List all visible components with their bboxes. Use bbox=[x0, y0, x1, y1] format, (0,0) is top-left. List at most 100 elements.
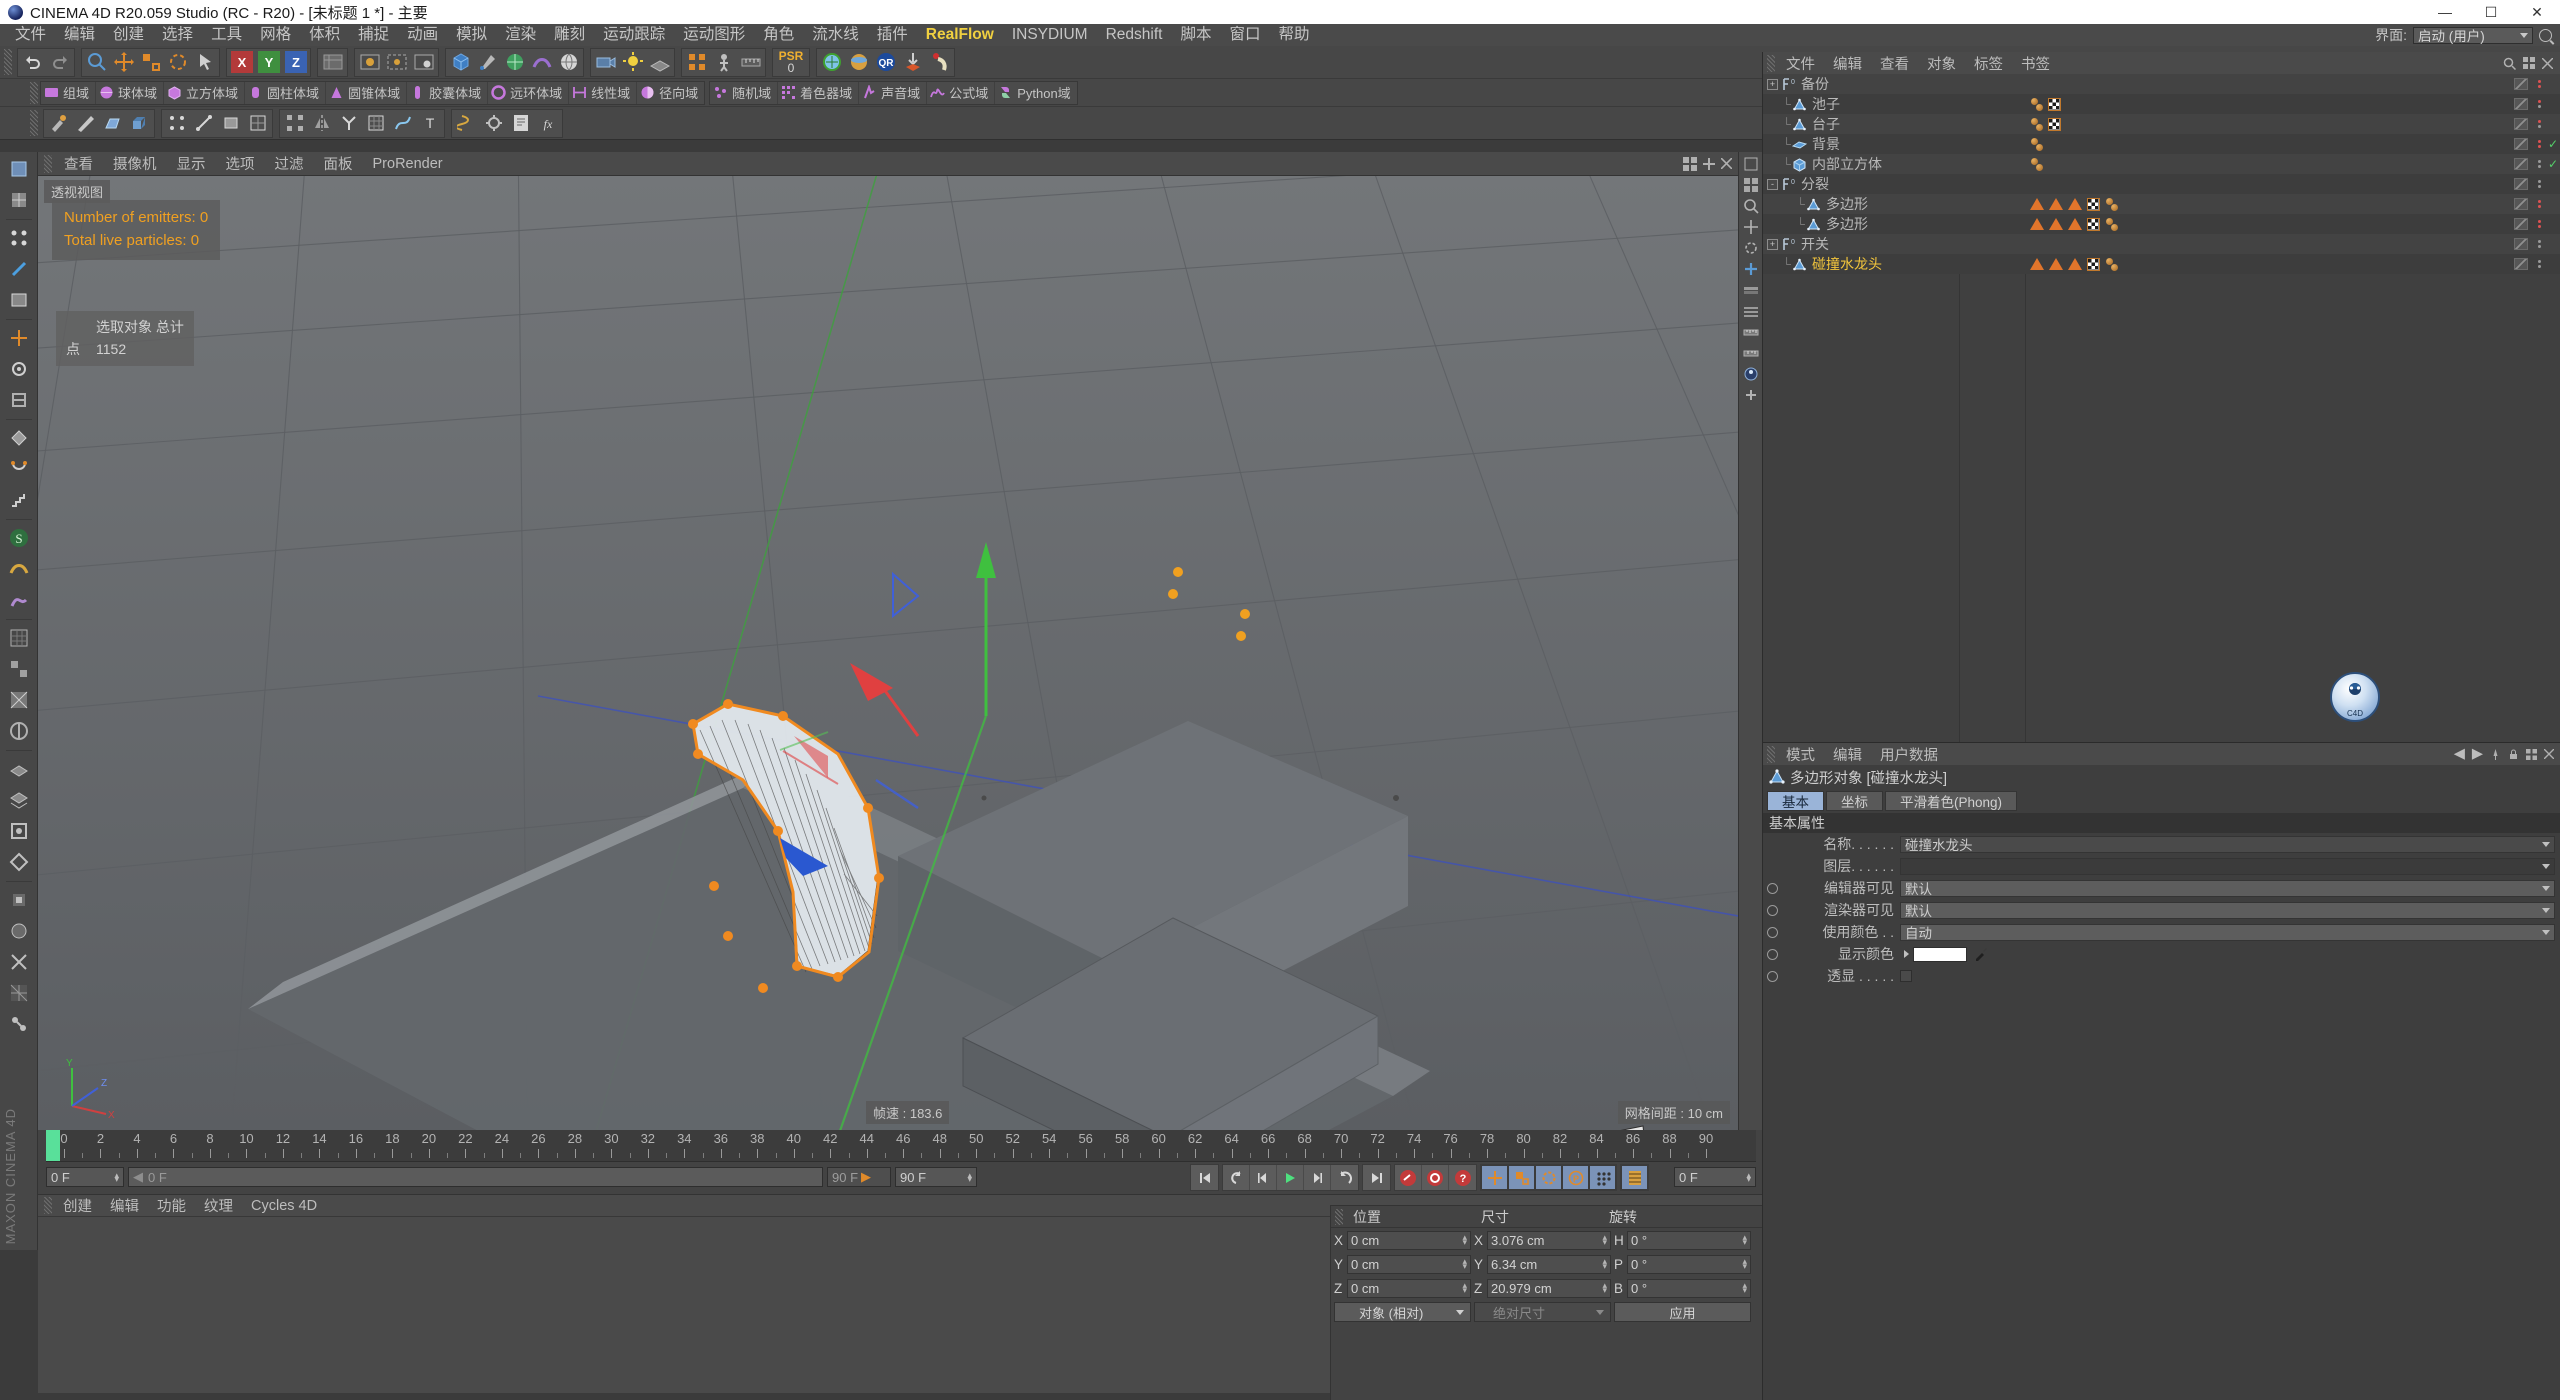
viewport-menu-options[interactable]: 选项 bbox=[216, 153, 265, 174]
spinner-icon[interactable]: ▴ ▾ bbox=[1602, 1257, 1607, 1271]
animate-radio-icon[interactable] bbox=[1767, 904, 1778, 916]
rotate-tool-icon[interactable] bbox=[164, 49, 191, 76]
transparency-checkbox[interactable] bbox=[1900, 970, 1912, 982]
chevron-down-icon[interactable] bbox=[2542, 907, 2550, 913]
view-zoom-icon[interactable] bbox=[1740, 196, 1761, 216]
keyframe-selection-toggle[interactable] bbox=[1621, 1165, 1648, 1190]
helix-icon[interactable] bbox=[453, 110, 480, 137]
attribute-back-icon[interactable]: ◀ bbox=[2454, 746, 2465, 762]
tag-selection-icon[interactable] bbox=[2068, 258, 2082, 270]
view-single-icon[interactable] bbox=[1740, 154, 1761, 174]
menu-item-1[interactable]: 编辑 bbox=[55, 24, 104, 46]
grid-a-icon[interactable] bbox=[4, 623, 34, 653]
grid-b-icon[interactable] bbox=[4, 654, 34, 684]
array-icon[interactable] bbox=[281, 110, 308, 137]
view-ruler-icon[interactable] bbox=[1740, 322, 1761, 342]
object-row[interactable]: - 0 分裂 bbox=[1763, 174, 2560, 194]
spinner-icon[interactable]: ▴ ▾ bbox=[1742, 1257, 1747, 1271]
viewport-maximize-icon[interactable] bbox=[1703, 157, 1715, 170]
material-menu-cycles4d[interactable]: Cycles 4D bbox=[242, 1198, 326, 1214]
quantize-icon[interactable] bbox=[4, 485, 34, 515]
coordinate-size-field[interactable]: 3.076 cm ▴ ▾ bbox=[1487, 1230, 1611, 1250]
menu-item-9[interactable]: 模拟 bbox=[447, 24, 496, 46]
view-add-icon[interactable] bbox=[1740, 259, 1761, 279]
autokey-button[interactable] bbox=[1422, 1165, 1449, 1190]
attribute-tab-2[interactable]: 平滑着色(Phong) bbox=[1885, 791, 2018, 811]
tag-material-icon[interactable] bbox=[2105, 257, 2118, 271]
polygon-mode-icon[interactable] bbox=[217, 110, 244, 137]
view-pan-icon[interactable] bbox=[1740, 217, 1761, 237]
coordinate-size-field[interactable]: 6.34 cm ▴ ▾ bbox=[1487, 1254, 1611, 1274]
subdivide-icon[interactable] bbox=[362, 110, 389, 137]
coordinate-size-field[interactable]: 20.979 cm ▴ ▾ bbox=[1487, 1278, 1611, 1298]
object-menu-edit[interactable]: 编辑 bbox=[1824, 53, 1871, 74]
menu-item-11[interactable]: 雕刻 bbox=[545, 24, 594, 46]
display-color-swatch[interactable] bbox=[1913, 946, 1967, 962]
object-row[interactable]: └ 多边形 bbox=[1763, 214, 2560, 234]
object-row[interactable]: └ 台子 bbox=[1763, 114, 2560, 134]
sculpt-s-icon[interactable]: S bbox=[4, 523, 34, 553]
field-button-6[interactable]: 远环体域 bbox=[488, 81, 570, 104]
visibility-toggle-icon[interactable] bbox=[2514, 98, 2528, 110]
modeling-toolbar-grip[interactable] bbox=[30, 110, 38, 136]
undo-button[interactable] bbox=[19, 49, 46, 76]
object-row[interactable]: └ 池子 bbox=[1763, 94, 2560, 114]
tag-texture-icon[interactable] bbox=[2087, 217, 2100, 231]
layout-select[interactable]: 启动 (用户) bbox=[2413, 26, 2533, 44]
render-view-icon[interactable] bbox=[356, 49, 383, 76]
search-icon[interactable] bbox=[2539, 28, 2552, 42]
visibility-dots[interactable] bbox=[2534, 120, 2544, 128]
field-button-5[interactable]: 胶囊体域 bbox=[407, 81, 489, 104]
deformer-icon[interactable] bbox=[528, 49, 555, 76]
material-menu-create[interactable]: 创建 bbox=[54, 1195, 101, 1216]
close-button[interactable]: ✕ bbox=[2514, 0, 2560, 24]
menu-item-21[interactable]: 窗口 bbox=[1221, 24, 1270, 46]
visibility-dots[interactable] bbox=[2534, 140, 2544, 148]
misc-a-icon[interactable] bbox=[4, 885, 34, 915]
expand-icon[interactable]: + bbox=[1767, 238, 1778, 250]
attribute-grid-icon[interactable] bbox=[2526, 748, 2537, 760]
visibility-toggle-icon[interactable] bbox=[2514, 78, 2528, 90]
coordinate-size-select[interactable]: 绝对尺寸 bbox=[1474, 1302, 1611, 1322]
visibility-toggle-icon[interactable] bbox=[2514, 198, 2528, 210]
object-grid-icon[interactable] bbox=[2523, 57, 2535, 69]
prev-frame-icon[interactable]: ◀ bbox=[133, 1169, 143, 1185]
coordinate-apply-button[interactable]: 应用 bbox=[1614, 1302, 1751, 1322]
menu-item-15[interactable]: 流水线 bbox=[803, 24, 868, 46]
field-button-7[interactable]: 线性域 bbox=[569, 81, 638, 104]
lock-x-axis-icon[interactable]: X bbox=[228, 49, 255, 76]
mograph-icon[interactable] bbox=[683, 49, 710, 76]
attribute-field-1[interactable] bbox=[1900, 857, 2555, 875]
object-search-icon[interactable] bbox=[2503, 57, 2516, 70]
material-menu-function[interactable]: 功能 bbox=[148, 1195, 195, 1216]
tag-texture-icon[interactable] bbox=[2087, 257, 2100, 271]
redshift-qr-icon[interactable]: QR bbox=[872, 49, 899, 76]
spinner-icon[interactable]: ▴ ▾ bbox=[1742, 1281, 1747, 1295]
realflow-icon[interactable] bbox=[818, 49, 845, 76]
view-plus2-icon[interactable] bbox=[1740, 385, 1761, 405]
visibility-toggle-icon[interactable] bbox=[2514, 218, 2528, 230]
psr-indicator[interactable]: PSR 0 bbox=[774, 49, 808, 76]
visibility-dots[interactable] bbox=[2534, 160, 2544, 168]
viewport-menu-camera[interactable]: 摄像机 bbox=[103, 153, 167, 174]
lock-y-axis-icon[interactable]: Y bbox=[255, 49, 282, 76]
point-mode-icon[interactable] bbox=[163, 110, 190, 137]
viewport-close-icon[interactable] bbox=[1721, 158, 1732, 169]
attribute-menu-grip[interactable] bbox=[1767, 745, 1775, 763]
object-close-icon[interactable] bbox=[2542, 57, 2553, 69]
floor-icon[interactable] bbox=[646, 49, 673, 76]
material-menu-texture[interactable]: 纹理 bbox=[195, 1195, 242, 1216]
viewport-menu-display[interactable]: 显示 bbox=[167, 153, 216, 174]
tag-material-icon[interactable] bbox=[2030, 157, 2043, 171]
character-icon[interactable] bbox=[710, 49, 737, 76]
menu-item-3[interactable]: 选择 bbox=[153, 24, 202, 46]
step-forward-button[interactable] bbox=[1304, 1165, 1331, 1190]
menu-item-2[interactable]: 创建 bbox=[104, 24, 153, 46]
tag-selection-icon[interactable] bbox=[2068, 218, 2082, 230]
visibility-toggle-icon[interactable] bbox=[2514, 138, 2528, 150]
eyedropper-icon[interactable] bbox=[1973, 946, 1989, 962]
model-mode-icon[interactable] bbox=[4, 154, 34, 184]
go-to-start-button[interactable] bbox=[1191, 1165, 1218, 1190]
menu-item-5[interactable]: 网格 bbox=[251, 24, 300, 46]
attribute-pin-icon[interactable] bbox=[2490, 748, 2501, 760]
